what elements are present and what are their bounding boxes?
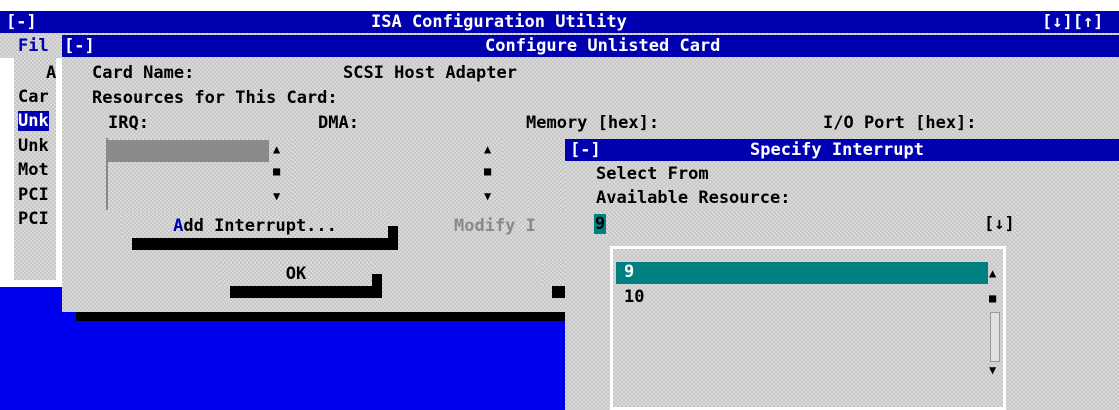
- dropdown-scroll-up-icon[interactable]: ▲: [989, 267, 996, 279]
- dropdown-scroll-thumb-icon[interactable]: ■: [989, 292, 996, 304]
- left-label-4[interactable]: Mot: [18, 160, 49, 180]
- dma-scroll-down-icon[interactable]: ▼: [484, 190, 491, 202]
- available-resource-label: Available Resource:: [596, 188, 791, 208]
- add-interrupt-label: dd Interrupt...: [183, 216, 337, 236]
- interrupt-sysmenu-button[interactable]: [-]: [570, 140, 601, 160]
- card-name-value: SCSI Host Adapter: [343, 63, 517, 83]
- interrupt-combobox[interactable]: [594, 212, 1018, 236]
- dropdown-scrollbar-track[interactable]: [990, 312, 1000, 362]
- modify-interrupt-button[interactable]: Modify I: [454, 216, 536, 236]
- dma-scroll-up-icon[interactable]: ▲: [484, 143, 491, 155]
- memory-header: Memory [hex]:: [526, 113, 660, 133]
- dma-header: DMA:: [318, 113, 359, 133]
- irq-header: IRQ:: [108, 113, 149, 133]
- main-title: ISA Configuration Utility: [371, 12, 627, 32]
- add-interrupt-hotkey: A: [173, 216, 184, 236]
- main-sysmenu-button[interactable]: [-]: [6, 12, 37, 32]
- dma-listbox[interactable]: [316, 138, 502, 210]
- dropdown-selected-row[interactable]: [616, 262, 988, 284]
- ok-button-label: OK: [285, 264, 307, 284]
- irq-list-selected-row[interactable]: [107, 140, 269, 162]
- dma-scroll-thumb-icon[interactable]: ■: [484, 165, 491, 177]
- irq-scroll-up-icon[interactable]: ▲: [273, 143, 280, 155]
- main-window-controls[interactable]: [↓][↑]: [1042, 12, 1104, 32]
- select-from-label: Select From: [596, 164, 709, 184]
- add-interrupt-button[interactable]: Add Interrupt...: [122, 214, 388, 238]
- irq-scroll-down-icon[interactable]: ▼: [273, 190, 280, 202]
- menu-item-file[interactable]: Fil: [18, 36, 49, 56]
- ok-button[interactable]: OK: [220, 262, 372, 286]
- resources-label: Resources for This Card:: [92, 88, 338, 108]
- left-label-2[interactable]: Unk: [18, 111, 49, 131]
- interrupt-combobox-value[interactable]: 9: [594, 214, 607, 234]
- chevron-down-icon[interactable]: [↓]: [984, 214, 1015, 234]
- interrupt-title: Specify Interrupt: [750, 140, 924, 160]
- left-label-5[interactable]: PCI: [18, 185, 49, 205]
- card-name-label: Card Name:: [92, 63, 195, 83]
- left-label-6[interactable]: PCI: [18, 209, 49, 229]
- irq-scroll-thumb-icon[interactable]: ■: [273, 165, 280, 177]
- left-label-3[interactable]: Unk: [18, 136, 49, 156]
- dropdown-option-1[interactable]: 10: [624, 287, 644, 307]
- unlisted-title: Configure Unlisted Card: [485, 36, 721, 56]
- dropdown-option-0[interactable]: 9: [624, 262, 634, 282]
- unlisted-sysmenu-button[interactable]: [-]: [64, 36, 95, 56]
- dropdown-scroll-down-icon[interactable]: ▼: [989, 364, 996, 376]
- left-label-1: Car: [18, 87, 49, 107]
- left-label-0: A: [46, 63, 57, 83]
- io-port-header: I/O Port [hex]:: [823, 113, 977, 133]
